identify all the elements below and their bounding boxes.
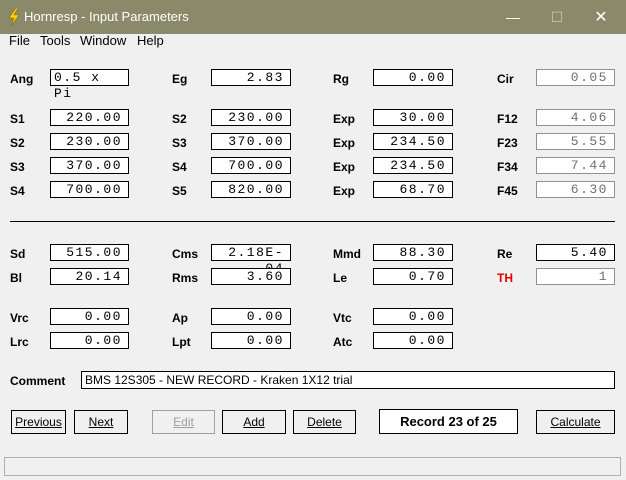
exp1-field[interactable]: 30.00: [373, 109, 453, 126]
rms-label: Rms: [172, 271, 199, 285]
cms-label: Cms: [172, 247, 199, 261]
lpt-field[interactable]: 0.00: [211, 332, 291, 349]
vtc-field[interactable]: 0.00: [373, 308, 453, 325]
menu-help[interactable]: Help: [137, 34, 164, 54]
comment-label: Comment: [10, 374, 66, 388]
rg-field[interactable]: 0.00: [373, 69, 453, 86]
minimize-button[interactable]: —: [490, 0, 536, 34]
f34-field: 7.44: [536, 157, 615, 174]
s3-field[interactable]: 370.00: [211, 133, 291, 150]
window-title: Hornresp - Input Parameters: [24, 9, 189, 24]
s5-field[interactable]: 820.00: [211, 181, 291, 198]
le-field[interactable]: 0.70: [373, 268, 453, 285]
vrc-label: Vrc: [10, 311, 29, 325]
cir-label: Cir: [497, 72, 514, 86]
calculate-button[interactable]: Calculate: [536, 410, 615, 434]
s4b-field[interactable]: 700.00: [50, 181, 129, 198]
rms-field[interactable]: 3.60: [211, 268, 291, 285]
menu-file[interactable]: File: [9, 34, 30, 54]
ap-label: Ap: [172, 311, 188, 325]
vtc-label: Vtc: [333, 311, 352, 325]
le-label: Le: [333, 271, 348, 285]
exp1-label: Exp: [333, 112, 356, 126]
f12-field: 4.06: [536, 109, 615, 126]
bl-field[interactable]: 20.14: [50, 268, 129, 285]
menu-tools[interactable]: Tools: [40, 34, 70, 54]
eg-label: Eg: [172, 72, 188, 86]
lpt-label: Lpt: [172, 335, 191, 349]
atc-label: Atc: [333, 335, 353, 349]
status-bar: [4, 457, 621, 476]
previous-button[interactable]: Previous: [11, 410, 66, 434]
cir-field: 0.05: [536, 69, 615, 86]
s1-field[interactable]: 220.00: [50, 109, 129, 126]
record-counter: Record 23 of 25: [379, 409, 518, 434]
s1-label: S1: [10, 112, 25, 126]
s2-label: S2: [172, 112, 187, 126]
cms-field[interactable]: 2.18E-04: [211, 244, 291, 276]
s4b-label: S4: [10, 184, 25, 198]
ap-field[interactable]: 0.00: [211, 308, 291, 325]
f45-field: 6.30: [536, 181, 615, 198]
maximize-button[interactable]: ☐: [534, 0, 580, 34]
eg-field[interactable]: 2.83: [211, 69, 291, 86]
lightning-bolt-icon: [8, 8, 20, 26]
exp4-label: Exp: [333, 184, 356, 198]
f45-label: F45: [497, 184, 518, 198]
next-button[interactable]: Next: [74, 410, 128, 434]
f23-field: 5.55: [536, 133, 615, 150]
edit-button[interactable]: Edit: [152, 410, 215, 434]
delete-button[interactable]: Delete: [293, 410, 356, 434]
re-field[interactable]: 5.40: [536, 244, 615, 261]
f34-label: F34: [497, 160, 518, 174]
atc-field[interactable]: 0.00: [373, 332, 453, 349]
vrc-field[interactable]: 0.00: [50, 308, 129, 325]
re-label: Re: [497, 247, 513, 261]
th-label: TH: [497, 271, 513, 285]
close-button[interactable]: ✕: [578, 0, 624, 34]
exp3-label: Exp: [333, 160, 356, 174]
exp2-label: Exp: [333, 136, 356, 150]
s4-field[interactable]: 700.00: [211, 157, 291, 174]
s3b-field[interactable]: 370.00: [50, 157, 129, 174]
s5-label: S5: [172, 184, 187, 198]
ang-label: Ang: [10, 72, 34, 86]
comment-field[interactable]: BMS 12S305 - NEW RECORD - Kraken 1X12 tr…: [81, 371, 615, 389]
mmd-label: Mmd: [333, 247, 361, 261]
ang-field[interactable]: 0.5 x Pi: [50, 69, 129, 101]
s4-label: S4: [172, 160, 187, 174]
s3b-label: S3: [10, 160, 25, 174]
s2b-field[interactable]: 230.00: [50, 133, 129, 150]
f12-label: F12: [497, 112, 518, 126]
f23-label: F23: [497, 136, 518, 150]
lrc-field[interactable]: 0.00: [50, 332, 129, 349]
s3-label: S3: [172, 136, 187, 150]
exp2-field[interactable]: 234.50: [373, 133, 453, 150]
sd-field[interactable]: 515.00: [50, 244, 129, 261]
exp3-field[interactable]: 234.50: [373, 157, 453, 174]
rg-label: Rg: [333, 72, 349, 86]
th-field: 1: [536, 268, 615, 285]
mmd-field[interactable]: 88.30: [373, 244, 453, 261]
exp4-field[interactable]: 68.70: [373, 181, 453, 198]
bl-label: Bl: [10, 271, 22, 285]
add-button[interactable]: Add: [222, 410, 286, 434]
sd-label: Sd: [10, 247, 26, 261]
menu-window[interactable]: Window: [80, 34, 126, 54]
s2b-label: S2: [10, 136, 25, 150]
section-divider: [10, 221, 615, 222]
s2-field[interactable]: 230.00: [211, 109, 291, 126]
lrc-label: Lrc: [10, 335, 29, 349]
